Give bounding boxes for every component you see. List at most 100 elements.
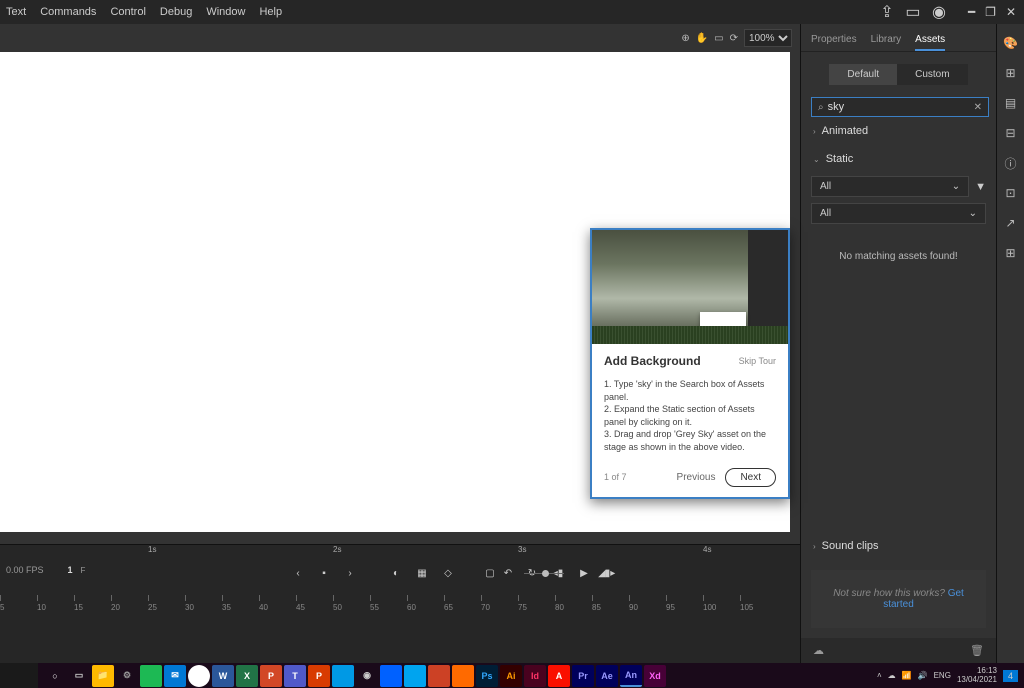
align-icon[interactable]: ⊞	[1002, 64, 1020, 82]
trash-icon[interactable]: 🗑	[970, 644, 984, 657]
acrobat-icon[interactable]: A	[548, 665, 570, 687]
tray-up-icon[interactable]: ˄	[877, 671, 882, 680]
tour-steps: 1. Type 'sky' in the Search box of Asset…	[604, 378, 776, 454]
start-button[interactable]	[0, 663, 38, 688]
cortana-icon[interactable]: ○	[44, 665, 66, 687]
tab-library[interactable]: Library	[871, 34, 902, 51]
hand-icon[interactable]: ✋	[696, 33, 708, 44]
timeline-ruler[interactable]: 5 10 15 20 25 30 35 40 45 50 55 60 65 70…	[0, 595, 800, 617]
edit-multi-icon[interactable]: ▦	[414, 565, 430, 581]
tray-notif[interactable]: 4	[1003, 670, 1018, 682]
menu-commands[interactable]: Commands	[40, 6, 96, 18]
section-animated[interactable]: › Animated	[801, 117, 996, 145]
workspace-icon[interactable]: ▭	[906, 5, 920, 19]
id-icon[interactable]: Id	[524, 665, 546, 687]
workspace: ⊕ ✋ ▭ ⟳ 100% 0.00 FPS 1 F ‹ ▪ › ◐ ▦ ◇ ▢	[0, 24, 1024, 663]
search-input[interactable]	[828, 101, 970, 113]
ps-icon[interactable]: Ps	[476, 665, 498, 687]
toolstrip: 🎨 ⊞ ▤ ⊟ ⓘ ⊡ ↗ ⊞	[996, 24, 1024, 663]
tray-wifi-icon[interactable]: 📶	[902, 671, 912, 680]
close-icon[interactable]: ✕	[1006, 5, 1016, 19]
upload-icon[interactable]: ☁	[813, 644, 824, 657]
menu-control[interactable]: Control	[110, 6, 145, 18]
play-icon[interactable]: ◉	[932, 5, 946, 19]
tab-properties[interactable]: Properties	[811, 34, 857, 51]
menu-text[interactable]: Text	[6, 6, 26, 18]
maximize-icon[interactable]: ❐	[985, 5, 996, 19]
steam-icon[interactable]: ◉	[356, 665, 378, 687]
ai-icon[interactable]: Ai	[500, 665, 522, 687]
titlebar-right: ⇪ ▭ ◉ ━ ❐ ✕	[872, 0, 1024, 24]
menu-help[interactable]: Help	[259, 6, 282, 18]
pr-icon[interactable]: Pr	[572, 665, 594, 687]
spotify-icon[interactable]	[140, 665, 162, 687]
insert-frame-icon[interactable]: ▢	[482, 565, 498, 581]
align2-icon[interactable]: ▤	[1002, 94, 1020, 112]
clear-search-icon[interactable]: ✕	[974, 102, 982, 113]
word-icon[interactable]: W	[212, 665, 234, 687]
chrome-icon[interactable]	[188, 665, 210, 687]
blender-icon[interactable]	[452, 665, 474, 687]
center-icon[interactable]: ⊕	[681, 33, 689, 44]
clip-icon[interactable]: ▭	[714, 33, 723, 44]
skype-icon[interactable]	[332, 665, 354, 687]
xd-icon[interactable]: Xd	[644, 665, 666, 687]
more-icon[interactable]: ⊞	[1002, 244, 1020, 262]
tab-assets[interactable]: Assets	[915, 34, 945, 51]
onion-icon[interactable]: ◐	[388, 565, 404, 581]
ppt2-icon[interactable]: P	[308, 665, 330, 687]
assets-panel: Properties Library Assets Default Custom…	[800, 24, 996, 663]
explorer-icon[interactable]: 📁	[92, 665, 114, 687]
app2-icon[interactable]	[428, 665, 450, 687]
filter-cat-select[interactable]: All⌄	[811, 203, 986, 224]
section-sound[interactable]: › Sound clips	[801, 532, 996, 560]
next-key-icon[interactable]: ›	[342, 565, 358, 581]
tour-next-button[interactable]: Next	[725, 468, 776, 487]
marker-icon[interactable]: ◇	[440, 565, 456, 581]
key-icon[interactable]: ▪	[316, 565, 332, 581]
menu-window[interactable]: Window	[206, 6, 245, 18]
toggle-default[interactable]: Default	[829, 64, 897, 85]
teams-icon[interactable]: T	[284, 665, 306, 687]
tour-prev-button[interactable]: Previous	[677, 472, 716, 483]
mail-icon[interactable]: ✉	[164, 665, 186, 687]
chevron-right-icon: ›	[813, 542, 816, 551]
tray-lang[interactable]: ENG	[934, 671, 951, 680]
filter-type-select[interactable]: All⌄	[811, 176, 969, 197]
section-static[interactable]: ⌄ Static	[801, 145, 996, 173]
ppt-icon[interactable]: P	[260, 665, 282, 687]
settings-icon[interactable]: ⚙	[116, 665, 138, 687]
library-icon[interactable]: ⊟	[1002, 124, 1020, 142]
history-icon[interactable]: ↗	[1002, 214, 1020, 232]
excel-icon[interactable]: X	[236, 665, 258, 687]
info-icon[interactable]: ⓘ	[1002, 154, 1020, 172]
minimize-icon[interactable]: ━	[968, 5, 975, 19]
tour-skip-link[interactable]: Skip Tour	[739, 356, 776, 366]
tl-view-icon[interactable]: ◢	[594, 565, 610, 581]
toggle-custom[interactable]: Custom	[897, 64, 967, 85]
share-icon[interactable]: ⇪	[880, 5, 894, 19]
tour-count: 1 of 7	[604, 472, 627, 482]
color-icon[interactable]: 🎨	[1002, 34, 1020, 52]
app1-icon[interactable]	[404, 665, 426, 687]
search-box[interactable]: ⌕ ✕	[811, 97, 989, 117]
tour-video	[592, 230, 788, 344]
tray-volume-icon[interactable]: 🔊	[918, 671, 928, 680]
menu-debug[interactable]: Debug	[160, 6, 192, 18]
rotate-icon[interactable]: ⟳	[730, 33, 738, 44]
dropbox-icon[interactable]	[380, 665, 402, 687]
tray-clock[interactable]: 16:13 13/04/2021	[957, 667, 997, 685]
transform-icon[interactable]: ⊡	[1002, 184, 1020, 202]
assets-toggle: Default Custom	[801, 64, 996, 85]
taskview-icon[interactable]: ▭	[68, 665, 90, 687]
filter-icon[interactable]: ▼	[975, 181, 986, 193]
an-icon[interactable]: An	[620, 665, 642, 687]
prev-key-icon[interactable]: ‹	[290, 565, 306, 581]
tray-cloud-icon[interactable]: ☁	[888, 671, 896, 680]
ae-icon[interactable]: Ae	[596, 665, 618, 687]
menubar: Text Commands Control Debug Window Help	[0, 0, 1024, 24]
zoom-select[interactable]: 100%	[744, 29, 792, 47]
tl-undo-icon[interactable]: ↶	[500, 565, 516, 581]
chevron-right-icon: ›	[813, 127, 816, 136]
taskbar: ○ ▭ 📁 ⚙ ✉ W X P T P ◉ Ps Ai Id A Pr Ae A…	[0, 663, 1024, 688]
